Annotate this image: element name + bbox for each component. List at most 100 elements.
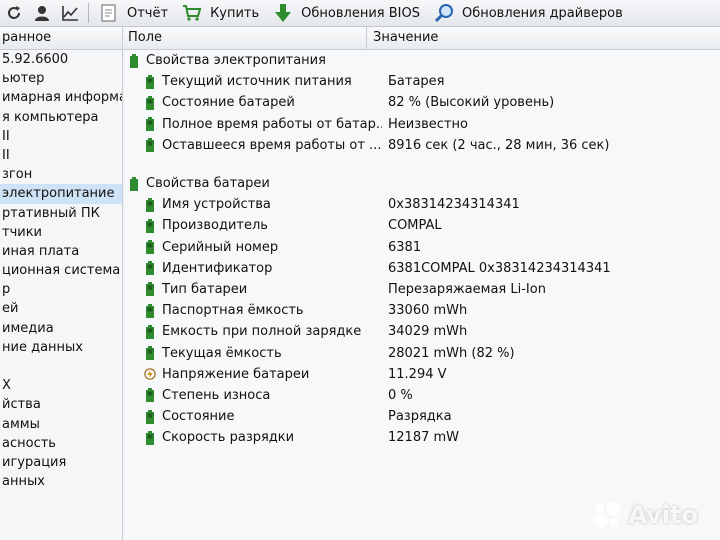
sidebar-item[interactable]: я компьютера — [0, 108, 122, 127]
table-row[interactable]: Скорость разрядки 12187 mW — [124, 427, 720, 448]
sidebar-item[interactable]: згон — [0, 165, 122, 184]
table-row[interactable]: Текущая ёмкость 28021 mWh (82 %) — [124, 342, 720, 363]
buy-button[interactable]: Купить — [178, 3, 259, 23]
voltage-icon — [144, 367, 156, 381]
table-row[interactable]: Текущий источник питания Батарея — [124, 71, 720, 92]
sidebar-item[interactable]: анных — [0, 472, 122, 491]
table-row[interactable]: Степень износа 0 % — [124, 385, 720, 406]
sidebar-item[interactable]: йства — [0, 395, 122, 414]
battery-icon — [144, 303, 156, 318]
table-row[interactable]: Тип батареи Перезаряжаемая Li-Ion — [124, 279, 720, 300]
field-label: Ёмкость при полной зарядке — [162, 324, 362, 340]
buy-label: Купить — [210, 5, 260, 21]
sidebar-item[interactable] — [0, 357, 122, 376]
group-title: Свойства электропитания — [146, 53, 326, 69]
value-cell: 12187 mW — [388, 430, 460, 446]
field-cell: Тип батареи — [124, 282, 382, 297]
battery-icon — [128, 53, 140, 68]
value-cell: 34029 mWh — [388, 324, 468, 340]
field-label: Скорость разрядки — [162, 430, 295, 446]
battery-icon — [144, 324, 156, 339]
table-row[interactable]: Паспортная ёмкость 33060 mWh — [124, 300, 720, 321]
bios-updates-label: Обновления BIOS — [301, 5, 420, 21]
sidebar-header[interactable]: ранное — [0, 27, 122, 50]
watermark-text: Avito — [628, 501, 698, 529]
field-label: Напряжение батареи — [162, 366, 310, 382]
sidebar-item[interactable]: аммы — [0, 415, 122, 434]
field-cell: Состояние — [124, 409, 382, 424]
value-cell: Неизвестно — [388, 116, 468, 132]
driver-updates-button[interactable]: Обновления драйверов — [430, 3, 623, 23]
field-cell: Состояние батарей — [124, 95, 382, 110]
sidebar-item[interactable]: ей — [0, 299, 122, 318]
sidebar-item[interactable]: II — [0, 146, 122, 165]
battery-icon — [144, 95, 156, 110]
sidebar-item[interactable]: ционная система — [0, 261, 122, 280]
bios-updates-button[interactable]: Обновления BIOS — [269, 3, 420, 23]
field-cell: Скорость разрядки — [124, 430, 382, 445]
magnifier-icon — [434, 3, 454, 23]
sidebar-item[interactable]: ние данных — [0, 338, 122, 357]
sidebar-item[interactable]: имарная информа — [0, 88, 122, 107]
field-label: Текущий источник питания — [162, 74, 352, 90]
chart-icon[interactable] — [60, 3, 80, 23]
user-icon[interactable] — [32, 3, 52, 23]
table-row[interactable]: Производитель COMPAL — [124, 215, 720, 236]
download-arrow-icon — [273, 3, 293, 23]
sidebar-item[interactable]: X — [0, 376, 122, 395]
table-row[interactable]: Оставшееся время работы от ... 8916 сек (… — [124, 135, 720, 156]
value-cell: 11.294 V — [388, 366, 447, 382]
avito-watermark: Avito — [592, 500, 698, 530]
sidebar-item[interactable]: тчики — [0, 223, 122, 242]
table-row[interactable]: Ёмкость при полной зарядке 34029 mWh — [124, 321, 720, 342]
battery-icon — [128, 176, 140, 191]
refresh-icon[interactable] — [4, 3, 24, 23]
table-row[interactable]: Состояние батарей 82 % (Высокий уровень) — [124, 92, 720, 113]
driver-updates-label: Обновления драйверов — [461, 5, 623, 21]
sidebar-item[interactable]: ьютер — [0, 69, 122, 88]
sidebar-item[interactable]: II — [0, 127, 122, 146]
table-row[interactable]: Состояние Разрядка — [124, 406, 720, 427]
field-label: Состояние — [162, 409, 235, 425]
value-cell: 33060 mWh — [388, 303, 468, 319]
table-row[interactable]: Имя устройства 0x38314234314341 — [124, 194, 720, 215]
field-cell: Серийный номер — [124, 240, 382, 255]
value-cell: 6381 — [388, 239, 422, 255]
field-label: Полное время работы от батар... — [162, 116, 382, 132]
table-row[interactable]: Идентификатор 6381COMPAL 0x38314234314341 — [124, 258, 720, 279]
field-label: Тип батареи — [162, 281, 248, 297]
toolbar: Отчёт Купить Обновления BIOS Обновления … — [0, 0, 720, 27]
sidebar-item[interactable]: игурация — [0, 453, 122, 472]
sidebar-item[interactable]: 5.92.6600 — [0, 50, 122, 69]
sidebar-item[interactable]: имедиа — [0, 319, 122, 338]
value-cell: 0 % — [388, 387, 413, 403]
sidebar-item[interactable]: асность — [0, 434, 122, 453]
field-cell: Ёмкость при полной зарядке — [124, 324, 382, 339]
battery-icon — [144, 409, 156, 424]
field-label: Степень износа — [162, 387, 271, 403]
sidebar-item[interactable]: электропитание — [0, 184, 122, 204]
sidebar-item[interactable]: р — [0, 280, 122, 299]
group-row-battery-properties[interactable]: Свойства батареи — [124, 173, 720, 194]
group-row-power-properties[interactable]: Свойства электропитания — [124, 50, 720, 71]
field-cell: Текущая ёмкость — [124, 346, 382, 361]
battery-icon — [144, 282, 156, 297]
battery-icon — [144, 117, 156, 132]
field-label: Производитель — [162, 218, 268, 234]
battery-icon — [144, 218, 156, 233]
value-cell: 0x38314234314341 — [388, 197, 520, 213]
sidebar-item[interactable]: иная плата — [0, 242, 122, 261]
table-row[interactable]: Полное время работы от батар... Неизвестн… — [124, 114, 720, 135]
column-header-field[interactable]: Поле — [124, 27, 367, 49]
field-cell: Идентификатор — [124, 261, 382, 276]
sidebar-item[interactable]: ртативный ПК — [0, 204, 122, 223]
table-row[interactable]: Напряжение батареи 11.294 V — [124, 364, 720, 385]
table-row[interactable]: Серийный номер 6381 — [124, 237, 720, 258]
column-header-value[interactable]: Значение — [367, 27, 438, 49]
field-cell: Степень износа — [124, 388, 382, 403]
field-cell: Напряжение батареи — [124, 367, 382, 382]
field-cell: Полное время работы от батар... — [124, 117, 382, 132]
report-button[interactable]: Отчёт — [95, 3, 168, 23]
battery-properties-rows: Имя устройства 0x38314234314341 Производит… — [124, 194, 720, 448]
